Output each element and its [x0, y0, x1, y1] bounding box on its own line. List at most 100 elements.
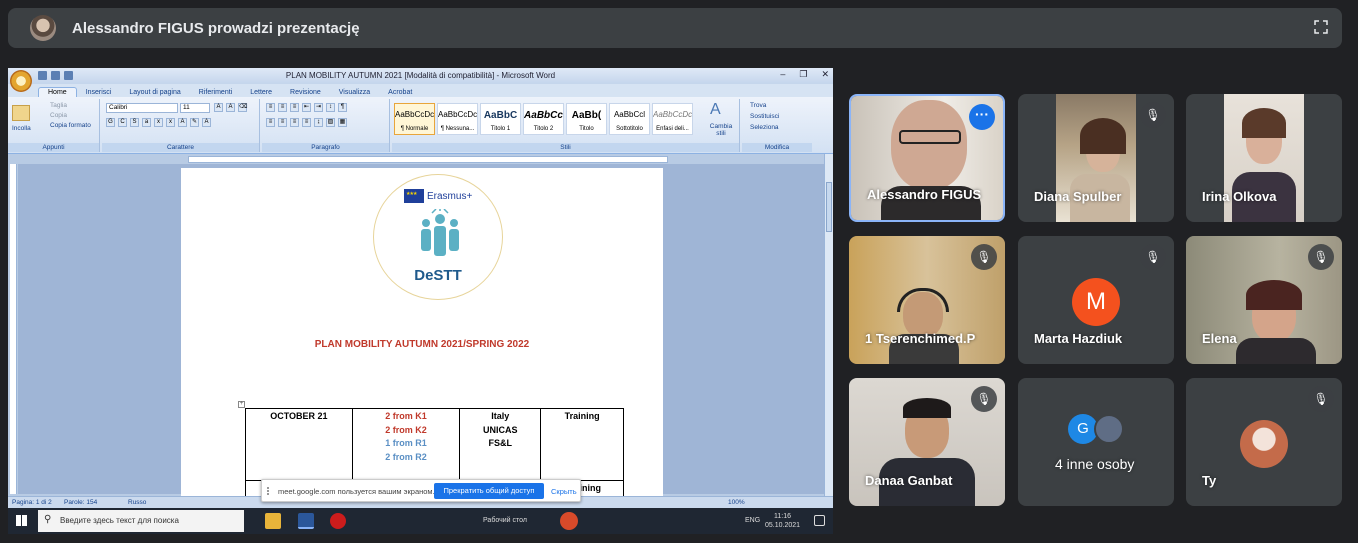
participant-tile[interactable]: 🎙 1 Tserenchimed.P — [849, 236, 1005, 364]
participant-tile[interactable]: 🎙 Danaa Ganbat — [849, 378, 1005, 506]
status-words[interactable]: Parole: 154 — [64, 499, 97, 506]
tab-references[interactable]: Riferimenti — [190, 88, 241, 97]
pilcrow-icon[interactable]: ¶ — [338, 103, 347, 112]
copy-button[interactable]: Copia — [50, 112, 67, 119]
expand-icon[interactable] — [1314, 20, 1328, 34]
participant-tile[interactable]: G 4 inne osoby — [1018, 378, 1174, 506]
close-icon[interactable]: ✕ — [821, 69, 829, 80]
line-spacing-icon[interactable]: ↨ — [314, 118, 323, 127]
style-emphasis[interactable]: AaBbCcDc Enfasi deli... — [652, 103, 693, 135]
erasmus-text: Erasmus+ — [427, 191, 473, 202]
clock[interactable]: 11:16 05.10.2021 — [765, 512, 800, 530]
change-styles-icon[interactable]: A — [710, 101, 721, 119]
bullets-icon[interactable]: ≡ — [266, 103, 275, 112]
borders-icon[interactable]: ▦ — [338, 118, 347, 127]
style-no-spacing[interactable]: AaBbCcDc ¶ Nessuna... — [437, 103, 478, 135]
notifications-icon[interactable] — [814, 515, 825, 526]
subscript-icon[interactable]: x — [154, 118, 163, 127]
replace-button[interactable]: Sostituisci — [750, 113, 779, 120]
paste-icon[interactable] — [12, 105, 30, 121]
tab-page-layout[interactable]: Layout di pagina — [120, 88, 189, 97]
style-heading-1[interactable]: AaBbC Titolo 1 — [480, 103, 521, 135]
select-button[interactable]: Seleziona — [750, 124, 779, 131]
tab-insert[interactable]: Inserisci — [77, 88, 121, 97]
style-heading-2[interactable]: AaBbCc Titolo 2 — [523, 103, 564, 135]
word-taskbar-icon[interactable] — [298, 513, 314, 529]
shading-icon[interactable]: ▨ — [326, 118, 335, 127]
drag-handle-icon[interactable] — [267, 487, 272, 495]
increase-indent-icon[interactable]: ⇥ — [314, 103, 323, 112]
minimize-icon[interactable]: – — [780, 69, 785, 80]
input-language[interactable]: ENG — [745, 517, 760, 524]
font-label: Carattere — [102, 143, 259, 152]
hide-button[interactable]: Скрыть — [551, 487, 577, 496]
vertical-scrollbar[interactable] — [824, 154, 833, 496]
opera-icon[interactable] — [330, 513, 346, 529]
participant-tile[interactable]: 🎙 Diana Spulber — [1018, 94, 1174, 222]
italic-icon[interactable]: C — [118, 118, 127, 127]
strikethrough-icon[interactable]: a — [142, 118, 151, 127]
tab-mailings[interactable]: Lettere — [241, 88, 281, 97]
more-options-icon[interactable]: ··· — [969, 104, 995, 130]
status-page[interactable]: Pagina: 1 di 2 — [12, 499, 52, 506]
sort-icon[interactable]: ↕ — [326, 103, 335, 112]
participant-name: Marta Hazdiuk — [1034, 331, 1123, 346]
numbering-icon[interactable]: ≡ — [278, 103, 287, 112]
clear-format-icon[interactable]: ⌫ — [238, 103, 247, 112]
tab-view[interactable]: Visualizza — [330, 88, 379, 97]
underline-icon[interactable]: S — [130, 118, 139, 127]
align-center-icon[interactable]: ≡ — [278, 118, 287, 127]
find-button[interactable]: Trova — [750, 102, 766, 109]
document-page[interactable]: Erasmus+ DeSTT PLAN MOBILITY AUTUMN 2021… — [181, 168, 663, 498]
style-normal[interactable]: AaBbCcDc ¶ Normale — [394, 103, 435, 135]
tab-home[interactable]: Home — [38, 87, 77, 97]
multilevel-icon[interactable]: ≡ — [290, 103, 299, 112]
cut-button[interactable]: Taglia — [50, 102, 67, 109]
bold-icon[interactable]: G — [106, 118, 115, 127]
grow-font-icon[interactable]: A — [214, 103, 223, 112]
highlight-icon[interactable]: ✎ — [190, 118, 199, 127]
stop-sharing-button[interactable]: Прекратить общий доступ — [434, 483, 544, 499]
change-styles-button[interactable]: Cambia stili — [706, 123, 736, 137]
change-case-icon[interactable]: A — [178, 118, 187, 127]
scrollbar-thumb[interactable] — [826, 182, 832, 232]
participant-tile[interactable]: M 🎙 Marta Hazdiuk — [1018, 236, 1174, 364]
desktop-label[interactable]: Рабочий стол — [483, 517, 527, 524]
table-move-handle-icon[interactable]: + — [238, 401, 245, 408]
clipboard-label: Appunti — [8, 143, 99, 152]
justify-icon[interactable]: ≡ — [302, 118, 311, 127]
superscript-icon[interactable]: x — [166, 118, 175, 127]
style-title[interactable]: AaBb(Titolo — [566, 103, 607, 135]
taskbar-search-input[interactable]: ⚲ Введите здесь текст для поиска — [38, 510, 244, 532]
windows-start-icon[interactable] — [16, 515, 27, 526]
participant-tile[interactable]: Irina Olkova — [1186, 94, 1342, 222]
horizontal-ruler[interactable] — [188, 156, 668, 163]
paste-button[interactable]: Incolla — [12, 125, 31, 132]
status-language[interactable]: Russo — [128, 499, 146, 506]
participant-tile[interactable]: 🎙 Ty — [1186, 378, 1342, 506]
shrink-font-icon[interactable]: A — [226, 103, 235, 112]
participant-tile[interactable]: 🎙 Elena — [1186, 236, 1342, 364]
tab-acrobat[interactable]: Acrobat — [379, 88, 421, 97]
align-left-icon[interactable]: ≡ — [266, 118, 275, 127]
style-subtitle[interactable]: AaBbCcl Sottotitolo — [609, 103, 650, 135]
format-painter-button[interactable]: Copia formato — [50, 122, 91, 129]
font-name-select[interactable]: Calibri — [106, 103, 178, 113]
table-cell-month[interactable]: OCTOBER 21 — [245, 408, 353, 481]
font-size-select[interactable]: 11 — [180, 103, 210, 113]
decrease-indent-icon[interactable]: ⇤ — [302, 103, 311, 112]
ribbon-tabs: Home Inserisci Layout di pagina Riferime… — [8, 84, 833, 97]
file-explorer-icon[interactable] — [265, 513, 281, 529]
status-zoom[interactable]: 100% — [728, 499, 745, 506]
office-button-icon[interactable] — [10, 70, 32, 92]
table-cell-destination[interactable]: Italy UNICAS FS&L — [459, 408, 542, 481]
table-cell-type[interactable]: Training — [540, 408, 624, 481]
tray-app-icon[interactable] — [560, 512, 578, 530]
font-color-icon[interactable]: A — [202, 118, 211, 127]
tab-review[interactable]: Revisione — [281, 88, 330, 97]
align-right-icon[interactable]: ≡ — [290, 118, 299, 127]
maximize-icon[interactable]: ❐ — [799, 69, 807, 80]
table-cell-participants[interactable]: 2 from K1 2 from K2 1 from R1 2 from R2 — [351, 408, 461, 481]
participant-tile[interactable]: ··· Alessandro FIGUS — [849, 94, 1005, 222]
vertical-ruler[interactable] — [10, 164, 17, 494]
